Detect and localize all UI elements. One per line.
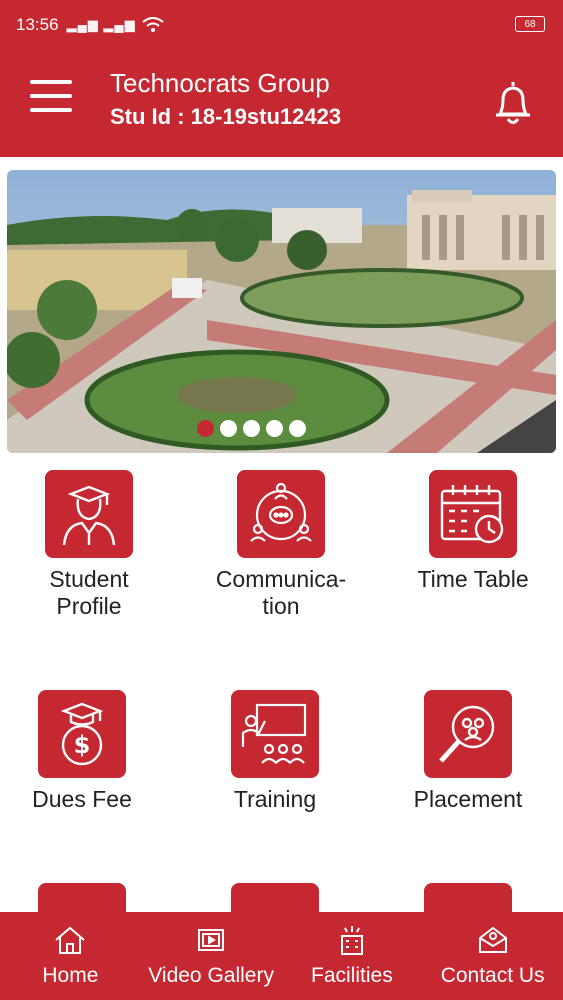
tile-label-time-table: Time Table: [417, 566, 529, 592]
student-profile-icon: [62, 485, 116, 546]
nav-label-home: Home: [42, 964, 99, 987]
campus-photo: [7, 170, 556, 453]
calendar-clock-icon: [440, 485, 504, 544]
battery-level: 68: [524, 18, 536, 30]
video-gallery-icon: [198, 929, 225, 951]
carousel-dot[interactable]: [266, 420, 283, 437]
nav-home[interactable]: Home: [0, 912, 141, 1000]
tile-communication[interactable]: Communica- tion: [186, 470, 376, 620]
tile-training[interactable]: Training: [180, 690, 370, 813]
tile-time-table[interactable]: Time Table: [378, 470, 563, 593]
tile-placement[interactable]: Placement: [373, 690, 563, 813]
student-id: Stu Id : 18-19stu12423: [110, 104, 342, 129]
home-icon: [55, 926, 86, 954]
facilities-icon: [340, 926, 363, 955]
communication-icon: [250, 482, 312, 542]
carousel-dot[interactable]: [243, 420, 260, 437]
carousel-dot[interactable]: [220, 420, 237, 437]
status-time: 13:56: [16, 15, 59, 34]
contact-icon: [478, 926, 507, 953]
header-title: Technocrats Group: [110, 68, 330, 98]
battery-icon: 68: [515, 16, 545, 32]
carousel-indicators: [7, 420, 526, 437]
nav-contact-us[interactable]: Contact Us: [422, 912, 563, 1000]
nav-label-facilities: Facilities: [311, 964, 393, 987]
carousel-dot[interactable]: [197, 420, 214, 437]
svg-text:$: $: [74, 731, 91, 759]
tile-label-training: Training: [233, 786, 317, 812]
nav-facilities[interactable]: Facilities: [282, 912, 423, 1000]
nav-label-contact-us: Contact Us: [440, 964, 545, 987]
bottom-navigation: Home Video Gallery Facilities Contact Us: [0, 912, 563, 1000]
tile-label-communication: Communica- tion: [215, 566, 347, 619]
tile-dues-fee[interactable]: $ Dues Fee: [0, 690, 177, 813]
campus-banner-carousel[interactable]: [7, 170, 556, 453]
nav-video-gallery[interactable]: Video Gallery: [141, 912, 282, 1000]
training-board-icon: [241, 703, 307, 764]
app-header: Technocrats Group Stu Id : 18-19stu12423: [0, 50, 563, 157]
tile-label-dues-fee: Dues Fee: [32, 786, 132, 812]
fee-graduation-icon: $: [60, 702, 104, 766]
placement-search-icon: [439, 705, 495, 763]
carousel-dot[interactable]: [289, 420, 306, 437]
tile-label-placement: Placement: [413, 786, 523, 812]
tile-label-student-profile: Student Profile: [49, 566, 129, 619]
nav-label-video-gallery: Video Gallery: [148, 964, 274, 987]
tile-student-profile[interactable]: Student Profile: [0, 470, 184, 620]
hamburger-menu-icon[interactable]: [30, 80, 72, 120]
notification-bell-icon[interactable]: [491, 78, 535, 130]
signal-icon: ▂▄▆ ▂▄▆: [66, 17, 136, 32]
wifi-icon: [141, 17, 164, 32]
status-bar: 13:56 ▂▄▆ ▂▄▆ 68: [0, 0, 563, 50]
